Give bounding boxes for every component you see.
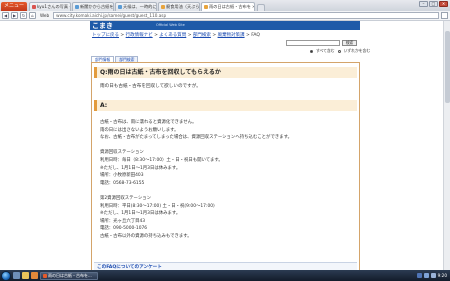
taskbar-item-browser[interactable]: 雨の日は古紙・古布を... xyxy=(40,271,98,280)
faq-content: Q:雨の日は古紙・古布を回収してもらえるか 雨の日も古紙・古布を回収して欲しいの… xyxy=(91,62,360,273)
favicon-icon xyxy=(75,5,80,9)
browser-tab-active[interactable]: 雨の日は古紙・古布を ✕ xyxy=(201,2,256,11)
question-title: Q:雨の日は古紙・古布を回収してもらえるか xyxy=(94,67,357,78)
breadcrumb-link[interactable]: 廃棄物対策課 xyxy=(218,33,245,38)
tab-label: 新聞かから古紙を回収 xyxy=(80,4,114,9)
minimize-icon[interactable]: – xyxy=(419,1,428,7)
show-desktop-icon[interactable] xyxy=(13,272,20,279)
tab-label: kyu1さんの写真 - 動画 xyxy=(37,4,71,9)
breadcrumb-link[interactable]: トップに戻る xyxy=(92,33,119,38)
favicon-icon xyxy=(204,5,209,9)
favicon-icon xyxy=(161,5,166,9)
answer-body: 古紙・古布は、雨に濡れると資源化できません。 雨の日には出さないようお願いします… xyxy=(100,120,292,239)
search-engine-icon[interactable] xyxy=(441,12,448,19)
url-input[interactable]: www.city.komaki.aichi.jp/samei/guest/gue… xyxy=(53,12,439,19)
web-page: こまき Official Web Site トップに戻る > 行政情報ナビ > … xyxy=(0,21,450,273)
browser-tab[interactable]: 天候は、一時的にも xyxy=(115,2,158,11)
favicon-icon xyxy=(118,5,123,9)
maximize-icon[interactable]: □ xyxy=(429,1,438,7)
site-search-input[interactable] xyxy=(286,40,340,46)
window-controls: – □ ✕ xyxy=(419,1,448,7)
breadcrumb-link[interactable]: 行政情報ナビ xyxy=(126,33,153,38)
close-tab-icon[interactable]: ✕ xyxy=(252,3,254,11)
favicon-icon xyxy=(32,5,37,9)
site-logo[interactable]: こまき xyxy=(92,21,113,30)
tab-label: 雨の日は古紙・古布を xyxy=(209,4,251,9)
taskbar-item-label: 雨の日は古紙・古布を... xyxy=(48,272,92,278)
site-logo-subtitle: Official Web Site xyxy=(156,23,185,27)
breadcrumb-link[interactable]: 部門検索 xyxy=(193,33,211,38)
site-header: こまき Official Web Site xyxy=(90,21,360,30)
address-bar: ◀ ▶ ↻ ⌂ Web www.city.komaki.aichi.jp/sam… xyxy=(0,11,450,21)
explorer-icon[interactable] xyxy=(22,272,29,279)
breadcrumb-current: FAQ xyxy=(251,33,260,38)
answer-title: A: xyxy=(94,100,357,111)
back-icon[interactable]: ◀ xyxy=(2,12,9,19)
search-button[interactable]: 検索 xyxy=(342,40,357,46)
browser-tab-bar: メニュー kyu1さんの写真 - 動画 新聞かから古紙を回収 天候は、一時的にも… xyxy=(0,0,450,11)
tab-label: 天候は、一時的にも xyxy=(123,4,158,9)
new-tab-button[interactable] xyxy=(257,4,266,11)
system-tray: 9:20 xyxy=(414,271,450,280)
scrollbar-thumb[interactable] xyxy=(445,31,450,103)
breadcrumb: トップに戻る > 行政情報ナビ > よくある質問 > 部門検索 > 廃棄物対策課… xyxy=(92,33,260,38)
radio-any-label: いずれかを含む xyxy=(343,48,371,53)
question-body: 雨の日も古紙・古布を回収して欲しいのですが。 xyxy=(100,84,201,89)
close-window-icon[interactable]: ✕ xyxy=(439,1,448,7)
page-scrollbar[interactable] xyxy=(443,21,450,270)
reload-icon[interactable]: ↻ xyxy=(20,12,27,19)
radio-all-icon[interactable] xyxy=(310,49,313,53)
browser-tab[interactable]: 廃食用油（天ぷら油） xyxy=(158,2,201,11)
radio-all-label: すべて含む xyxy=(316,48,335,53)
media-player-icon[interactable] xyxy=(31,272,38,279)
browser-tab[interactable]: 新聞かから古紙を回収 xyxy=(72,2,115,11)
network-icon[interactable] xyxy=(423,273,429,278)
start-button[interactable] xyxy=(1,270,11,281)
home-icon[interactable]: ⌂ xyxy=(29,12,36,19)
volume-icon[interactable] xyxy=(430,273,436,278)
ime-icon[interactable] xyxy=(416,273,422,278)
opera-menu-button[interactable]: メニュー xyxy=(1,2,28,11)
radio-any-icon[interactable] xyxy=(337,49,341,53)
breadcrumb-link[interactable]: よくある質問 xyxy=(159,33,186,38)
clock[interactable]: 9:20 xyxy=(438,273,447,278)
search-options: すべて含む いずれかを含む xyxy=(310,48,370,54)
web-label: Web xyxy=(40,13,50,18)
taskbar: 雨の日は古紙・古布を... 9:20 xyxy=(0,270,450,281)
opera-icon xyxy=(43,273,47,278)
forward-icon[interactable]: ▶ xyxy=(11,12,18,19)
tab-label: 廃食用油（天ぷら油） xyxy=(166,4,200,9)
browser-tab[interactable]: kyu1さんの写真 - 動画 xyxy=(29,2,72,11)
